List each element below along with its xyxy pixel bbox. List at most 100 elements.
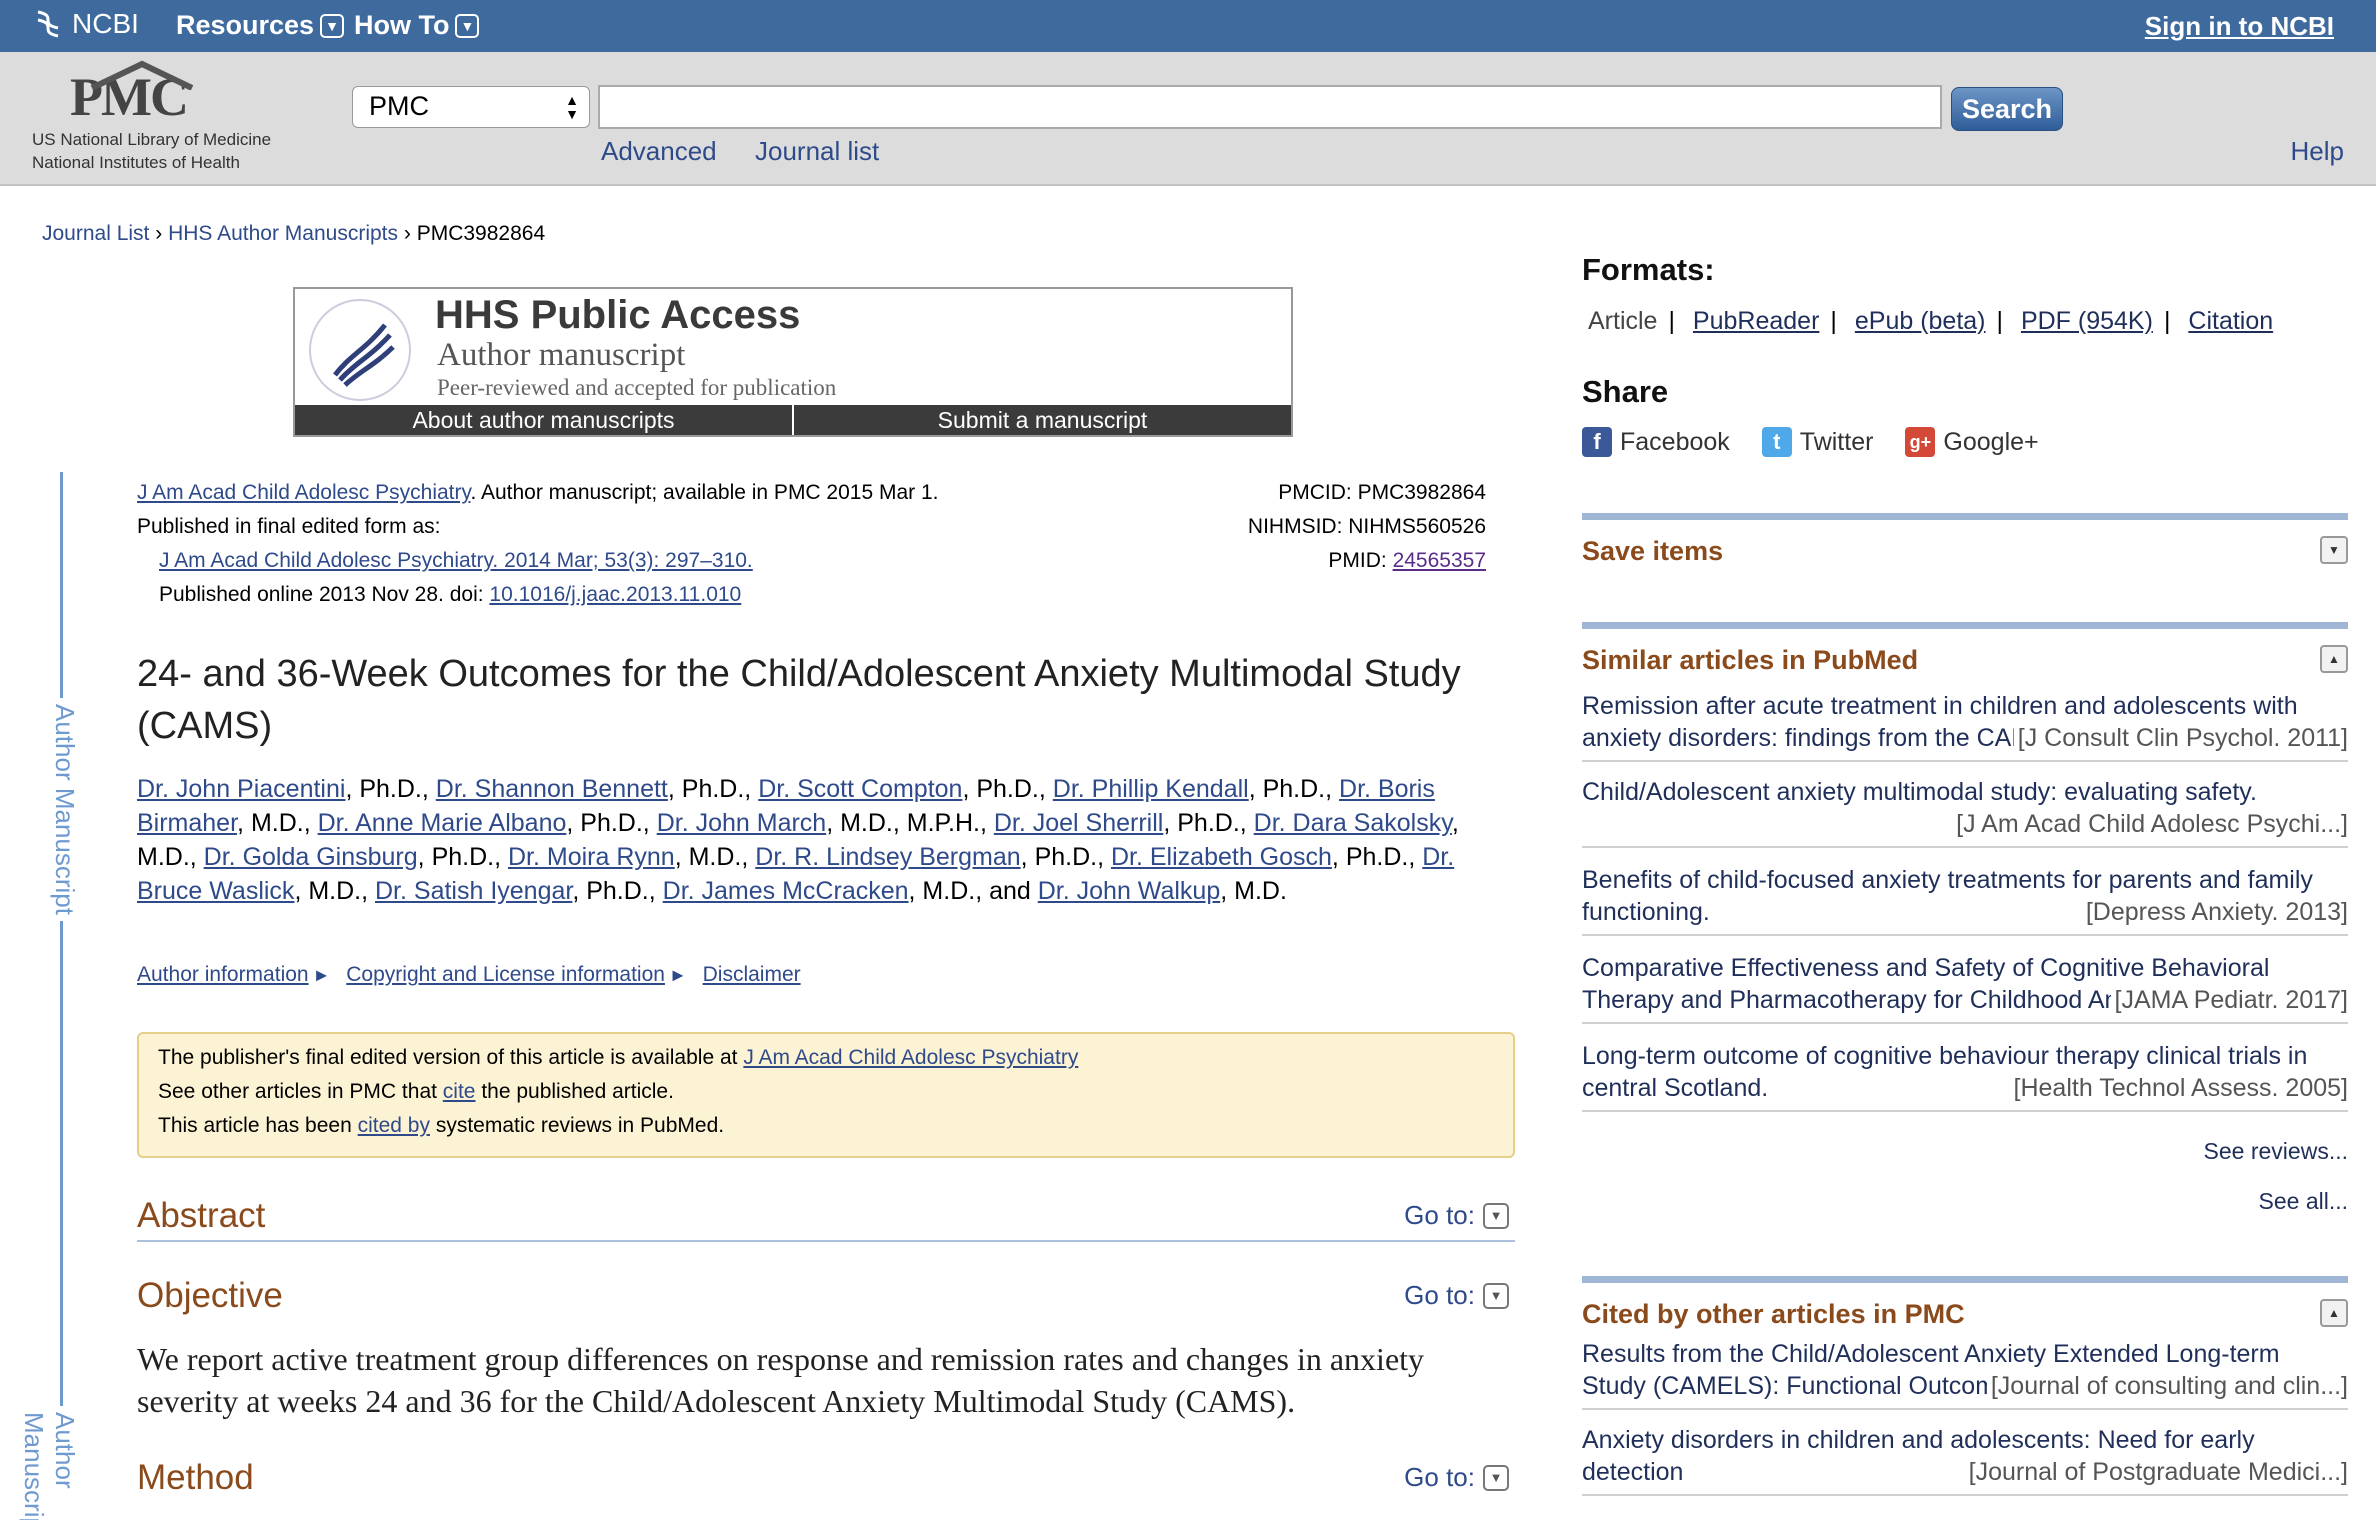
citation-block: J Am Acad Child Adolesc Psychiatry. Auth… [137,476,939,612]
goto-menu[interactable]: Go to: ▼ [1404,1200,1509,1231]
format-epub-link[interactable]: ePub (beta) [1855,307,1986,335]
author-link[interactable]: Dr. James McCracken [663,877,909,905]
author-link[interactable]: Dr. Elizabeth Gosch [1111,843,1332,871]
related-article-title[interactable]: Anxiety disorders in children and adoles… [1582,1424,2348,1456]
author-link[interactable]: Dr. Dara Sakolsky [1254,809,1452,837]
related-article[interactable]: Long-term outcome of cognitive behaviour… [1582,1040,2348,1112]
author-link[interactable]: Dr. John March [657,809,827,837]
copyright-link[interactable]: Copyright and License information [346,963,665,986]
chevron-up-icon[interactable]: ▲ [2320,1299,2348,1327]
related-article-journal: [Journal of Postgraduate Medici...] [1968,1458,2348,1486]
search-input[interactable] [598,85,1942,129]
published-label: Published in final edited form as: [137,515,441,538]
see-all-link[interactable]: See all... [2259,1188,2349,1215]
goto-menu[interactable]: Go to: ▼ [1404,1280,1509,1311]
goto-menu[interactable]: Go to: ▼ [1404,1462,1509,1493]
author-degree: , Ph.D., [667,775,759,803]
notice-cite-link[interactable]: cite [443,1080,476,1103]
related-article-title-cont[interactable]: Study (CAMELS): Functional Outcomes [1582,1370,1987,1402]
author-link[interactable]: Dr. Joel Sherrill [994,809,1164,837]
author-link[interactable]: Dr. Anne Marie Albano [318,809,567,837]
author-manuscript-side-bar: Author Manuscript Author Manuscript [19,472,80,1520]
journal-list-link[interactable]: Journal list [755,136,879,167]
author-link[interactable]: Dr. Golda Ginsburg [204,843,418,871]
related-article[interactable]: Remission after acute treatment in child… [1582,690,2348,762]
notice-cited-by-link[interactable]: cited by [358,1114,430,1137]
resources-menu[interactable]: Resources ▼ [176,10,345,41]
pmc-logo[interactable]: PMC US National Library of Medicine Nati… [32,60,292,174]
format-separator: | [2163,307,2171,335]
related-article-title[interactable]: Child/Adolescent anxiety multimodal stud… [1582,776,2348,808]
related-article-title-cont[interactable]: central Scotland. [1582,1072,2010,1104]
author-link[interactable]: Dr. Scott Compton [758,775,962,803]
related-article[interactable]: Results from the Child/Adolescent Anxiet… [1582,1338,2348,1410]
related-article-title[interactable]: Benefits of child-focused anxiety treatm… [1582,864,2348,896]
pmcid: PMCID: PMC3982864 [1278,481,1486,504]
goto-label: Go to: [1404,1280,1475,1310]
author-link[interactable]: Dr. Satish Iyengar [375,877,572,905]
notice-line3: This article has been [158,1114,358,1137]
published-online-text: Published online 2013 Nov 28. doi: [159,583,490,606]
related-article[interactable]: Benefits of child-focused anxiety treatm… [1582,864,2348,936]
sign-in-link[interactable]: Sign in to NCBI [2145,11,2334,42]
chevron-up-icon[interactable]: ▲ [2320,645,2348,673]
format-citation-link[interactable]: Citation [2188,307,2273,335]
about-author-manuscripts-link[interactable]: About author manuscripts [295,405,794,435]
journal-link[interactable]: J Am Acad Child Adolesc Psychiatry [137,481,470,504]
final-form-link[interactable]: J Am Acad Child Adolesc Psychiatry. 2014… [159,549,753,572]
related-article[interactable]: Child/Adolescent anxiety multimodal stud… [1582,776,2348,848]
format-separator: | [1668,307,1675,335]
author-link[interactable]: Dr. R. Lindsey Bergman [755,843,1020,871]
google-label: Google+ [1943,427,2039,456]
share-google-button[interactable]: g+ Google+ [1905,427,2039,457]
notice-journal-link[interactable]: J Am Acad Child Adolesc Psychiatry [743,1046,1078,1069]
breadcrumb: Journal List › HHS Author Manuscripts › … [42,222,545,246]
author-link[interactable]: Dr. Moira Rynn [508,843,675,871]
author-link[interactable]: Dr. Phillip Kendall [1053,775,1249,803]
see-reviews-link[interactable]: See reviews... [2204,1138,2348,1165]
related-article-title-cont[interactable]: detection [1582,1456,1965,1488]
search-header: PMC US National Library of Medicine Nati… [0,52,2376,186]
related-article[interactable]: Anxiety disorders in children and adoles… [1582,1424,2348,1496]
pmc-roof-icon [90,60,194,90]
related-article[interactable]: Comparative Effectiveness and Safety of … [1582,952,2348,1024]
related-article-title-cont[interactable]: Therapy and Pharmacotherapy for Childhoo… [1582,984,2111,1016]
advanced-link[interactable]: Advanced [601,136,717,167]
database-select[interactable]: PMC ▲ ▼ [352,86,590,128]
breadcrumb-journal-list[interactable]: Journal List [42,222,149,245]
disclaimer-link[interactable]: Disclaimer [703,963,801,986]
twitter-label: Twitter [1799,427,1874,456]
format-pdf-link[interactable]: PDF (954K) [2021,307,2153,335]
pmid-link[interactable]: 24565357 [1393,549,1486,572]
doi-link[interactable]: 10.1016/j.jaac.2013.11.010 [489,583,741,606]
submit-manuscript-link[interactable]: Submit a manuscript [794,405,1291,435]
howto-menu[interactable]: How To ▼ [354,10,480,41]
related-article-row: Study (CAMELS): Functional Outcomes [Jour… [1582,1370,2348,1402]
related-article-row: functioning. [Depress Anxiety. 2013] [1582,896,2348,928]
related-article-title[interactable]: Remission after acute treatment in child… [1582,690,2348,722]
help-link[interactable]: Help [2291,136,2344,167]
format-pubreader-link[interactable]: PubReader [1693,307,1819,335]
related-article-title[interactable]: Comparative Effectiveness and Safety of … [1582,952,2348,984]
format-separator: | [1996,307,2004,335]
related-article-title[interactable]: Results from the Child/Adolescent Anxiet… [1582,1338,2348,1370]
ncbi-logo[interactable]: NCBI [30,6,139,42]
author-link[interactable]: Dr. John Piacentini [137,775,345,803]
author-link[interactable]: Dr. Shannon Bennett [436,775,668,803]
share-twitter-button[interactable]: t Twitter [1761,427,1874,457]
notice-line1: The publisher's final edited version of … [158,1046,744,1069]
share-facebook-button[interactable]: f Facebook [1582,427,1730,457]
author-link[interactable]: Dr. John Walkup [1038,877,1220,905]
breadcrumb-hhs[interactable]: HHS Author Manuscripts [168,222,398,245]
related-article-row: anxiety disorders: findings from the CAM… [1582,722,2348,754]
save-items-heading[interactable]: Save items [1582,536,1723,567]
author-information-link[interactable]: Author information [137,963,309,986]
related-article-title-cont[interactable] [1582,808,1952,840]
chevron-down-icon[interactable]: ▼ [2320,536,2348,564]
related-article-title-cont[interactable]: anxiety disorders: findings from the CAM… [1582,722,2014,754]
related-article-title-cont[interactable]: functioning. [1582,896,2082,928]
related-article-row: Therapy and Pharmacotherapy for Childhoo… [1582,984,2348,1016]
hhs-subtitle: Author manuscript [437,337,686,373]
related-article-title[interactable]: Long-term outcome of cognitive behaviour… [1582,1040,2348,1072]
search-button[interactable]: Search [1951,87,2063,131]
